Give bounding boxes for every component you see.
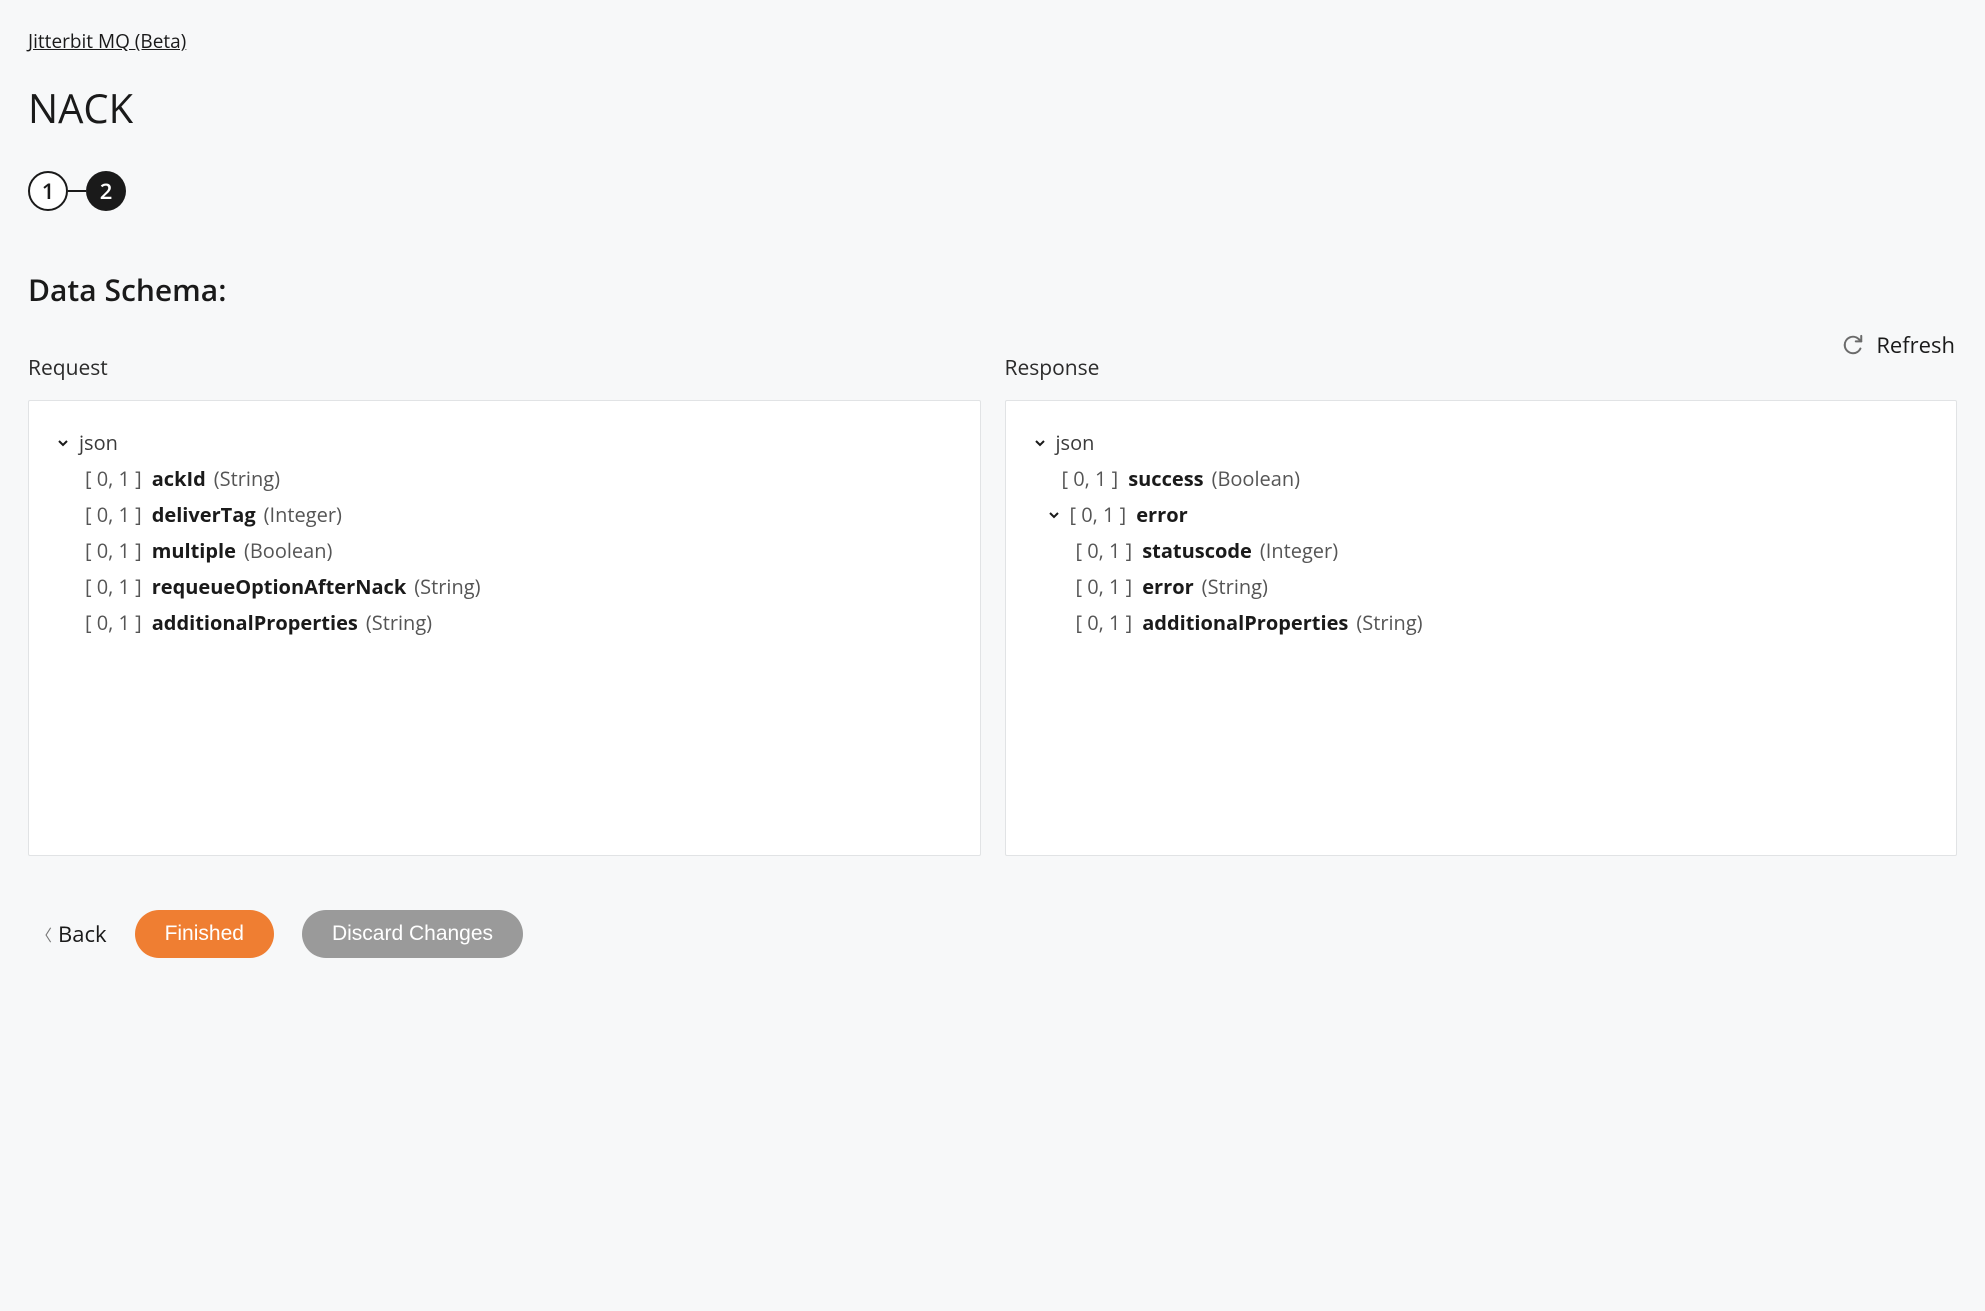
request-column: Request json [ 0, 1 ] ackId (String) [ 0… (28, 354, 981, 856)
request-title: Request (28, 354, 981, 382)
request-field[interactable]: [ 0, 1 ] requeueOptionAfterNack (String) (55, 569, 954, 605)
field-name: requeueOptionAfterNack (152, 571, 407, 603)
cardinality: [ 0, 1 ] (85, 499, 142, 531)
request-root-node[interactable]: json (55, 425, 954, 461)
field-name: error (1136, 499, 1187, 531)
response-root-node[interactable]: json (1032, 425, 1931, 461)
step-connector (68, 190, 86, 192)
field-name: additionalProperties (152, 607, 358, 639)
cardinality: [ 0, 1 ] (1076, 535, 1133, 567)
discard-changes-button[interactable]: Discard Changes (302, 910, 523, 958)
response-field[interactable]: [ 0, 1 ] success (Boolean) (1032, 461, 1931, 497)
field-type: (String) (1356, 607, 1422, 639)
request-tree: json [ 0, 1 ] ackId (String) [ 0, 1 ] de… (55, 425, 954, 641)
footer-actions: 〈 Back Finished Discard Changes (28, 910, 1957, 958)
cardinality: [ 0, 1 ] (1070, 499, 1127, 531)
field-type: (Integer) (264, 499, 342, 531)
schema-row: Request json [ 0, 1 ] ackId (String) [ 0… (28, 354, 1957, 856)
response-error-field[interactable]: [ 0, 1 ] statuscode (Integer) (1032, 533, 1931, 569)
field-type: (String) (214, 463, 280, 495)
page-title: NACK (28, 80, 1957, 135)
section-title: Data Schema: (28, 269, 1957, 310)
request-root-label: json (79, 427, 118, 459)
field-type: (Boolean) (244, 535, 332, 567)
cardinality: [ 0, 1 ] (85, 607, 142, 639)
response-error-node[interactable]: [ 0, 1 ] error (1032, 497, 1931, 533)
cardinality: [ 0, 1 ] (85, 463, 142, 495)
chevron-down-icon[interactable] (1032, 435, 1048, 451)
response-root-label: json (1056, 427, 1095, 459)
request-field[interactable]: [ 0, 1 ] additionalProperties (String) (55, 605, 954, 641)
step-2[interactable]: 2 (86, 171, 126, 211)
field-type: (String) (366, 607, 432, 639)
response-title: Response (1005, 354, 1958, 382)
field-type: (String) (414, 571, 480, 603)
response-error-field[interactable]: [ 0, 1 ] additionalProperties (String) (1032, 605, 1931, 641)
field-name: ackId (152, 463, 206, 495)
cardinality: [ 0, 1 ] (1076, 571, 1133, 603)
field-name: error (1142, 571, 1193, 603)
field-name: additionalProperties (1142, 607, 1348, 639)
field-name: deliverTag (152, 499, 256, 531)
field-type: (Integer) (1260, 535, 1338, 567)
step-1[interactable]: 1 (28, 171, 68, 211)
chevron-down-icon[interactable] (1046, 507, 1062, 523)
cardinality: [ 0, 1 ] (85, 535, 142, 567)
field-type: (String) (1202, 571, 1268, 603)
response-tree: json [ 0, 1 ] success (Boolean) [ 0, 1 ]… (1032, 425, 1931, 641)
cardinality: [ 0, 1 ] (1076, 607, 1133, 639)
back-label: Back (58, 919, 107, 949)
finished-button[interactable]: Finished (135, 910, 274, 958)
field-type: (Boolean) (1212, 463, 1300, 495)
request-field[interactable]: [ 0, 1 ] deliverTag (Integer) (55, 497, 954, 533)
chevron-down-icon[interactable] (55, 435, 71, 451)
field-name: success (1128, 463, 1203, 495)
back-button[interactable]: 〈 Back (36, 919, 107, 949)
cardinality: [ 0, 1 ] (1062, 463, 1119, 495)
stepper: 1 2 (28, 171, 1957, 211)
refresh-icon (1842, 334, 1864, 356)
chevron-left-icon: 〈 (36, 922, 52, 946)
request-field[interactable]: [ 0, 1 ] ackId (String) (55, 461, 954, 497)
response-column: Response json [ 0, 1 ] success (Boolean) (1005, 354, 1958, 856)
field-name: multiple (152, 535, 236, 567)
request-panel: json [ 0, 1 ] ackId (String) [ 0, 1 ] de… (28, 400, 981, 856)
field-name: statuscode (1142, 535, 1252, 567)
breadcrumb-link[interactable]: Jitterbit MQ (Beta) (28, 28, 186, 54)
response-error-field[interactable]: [ 0, 1 ] error (String) (1032, 569, 1931, 605)
request-field[interactable]: [ 0, 1 ] multiple (Boolean) (55, 533, 954, 569)
response-panel: json [ 0, 1 ] success (Boolean) [ 0, 1 ]… (1005, 400, 1958, 856)
cardinality: [ 0, 1 ] (85, 571, 142, 603)
